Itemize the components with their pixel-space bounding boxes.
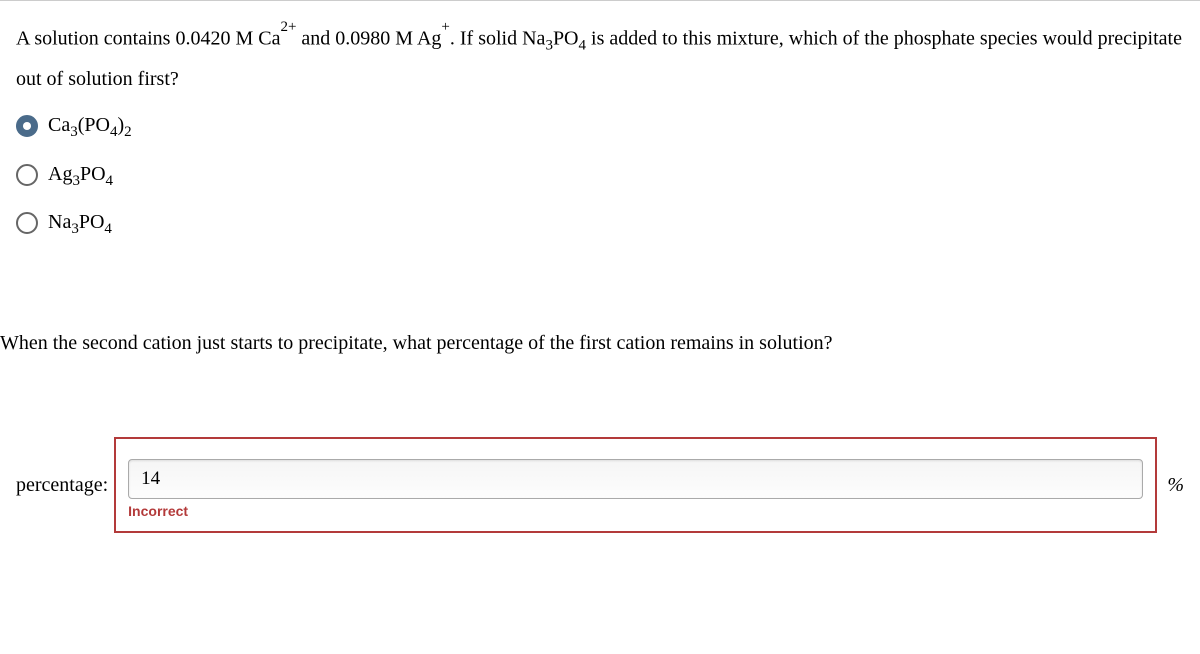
radio-option-1[interactable]: Ag3PO4: [16, 155, 1184, 196]
radio-circle-icon: [16, 212, 38, 234]
radio-circle-icon: [16, 115, 38, 137]
percentage-input[interactable]: [128, 459, 1143, 499]
radio-group: Ca3(PO4)2 Ag3PO4 Na3PO4: [16, 106, 1184, 244]
radio-option-0[interactable]: Ca3(PO4)2: [16, 106, 1184, 147]
question-2-text: When the second cation just starts to pr…: [0, 324, 1184, 362]
radio-circle-icon: [16, 164, 38, 186]
question-1-text: A solution contains 0.0420 M Ca2+ and 0.…: [16, 19, 1184, 98]
radio-label: Ag3PO4: [48, 155, 113, 196]
answer-area: percentage: Incorrect %: [16, 437, 1184, 533]
unit-label: %: [1167, 466, 1184, 504]
radio-label: Na3PO4: [48, 203, 112, 244]
question-container: A solution contains 0.0420 M Ca2+ and 0.…: [0, 1, 1200, 533]
radio-option-2[interactable]: Na3PO4: [16, 203, 1184, 244]
answer-label: percentage:: [16, 466, 108, 504]
feedback-text: Incorrect: [128, 498, 188, 525]
radio-label: Ca3(PO4)2: [48, 106, 132, 147]
input-wrapper: Incorrect: [114, 437, 1157, 533]
